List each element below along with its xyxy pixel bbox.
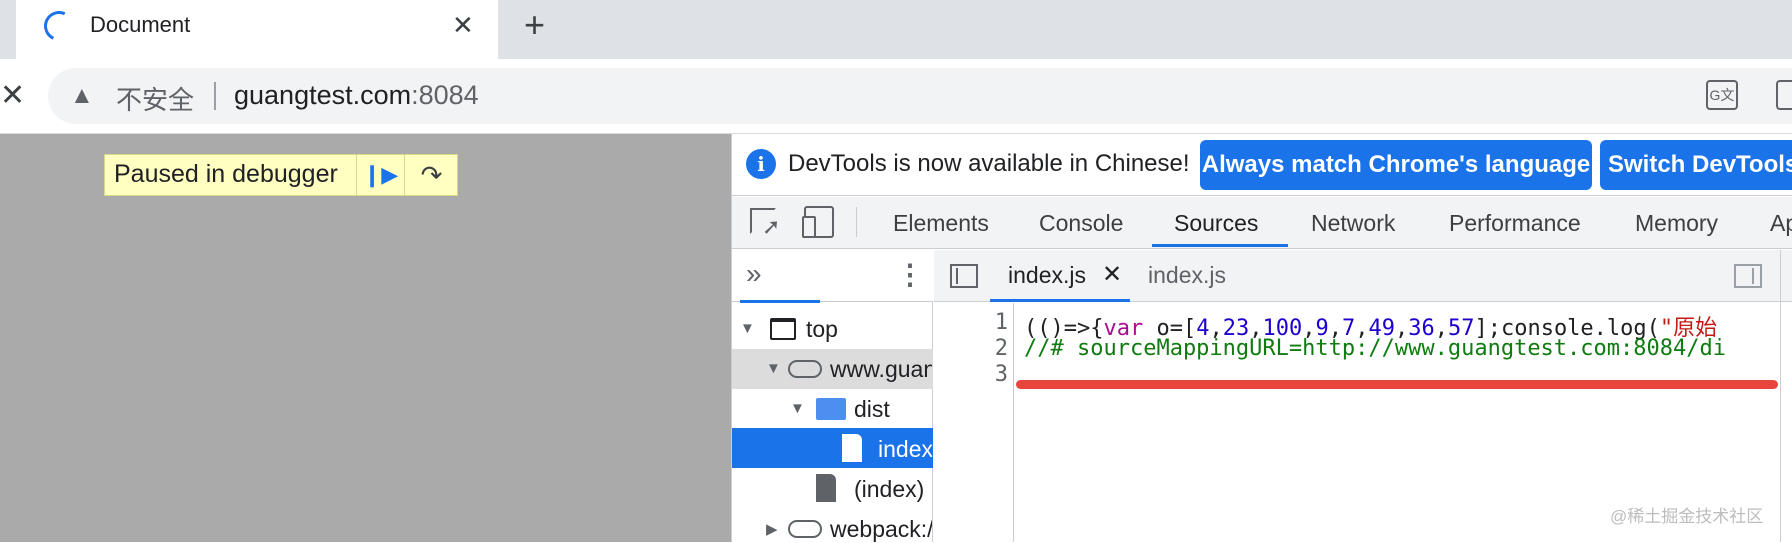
previous-tab-edge[interactable]	[0, 0, 16, 59]
editor-tab-indicator	[990, 299, 1130, 302]
toggle-debugger-icon[interactable]	[1734, 264, 1762, 288]
stop-loading-icon[interactable]: ✕	[0, 78, 25, 113]
step-over-icon[interactable]: ↷	[404, 155, 458, 195]
close-icon[interactable]: ✕	[1102, 260, 1122, 289]
tab-close-icon[interactable]: ✕	[452, 10, 474, 41]
more-options-icon[interactable]: ⋮	[896, 258, 924, 291]
tree-item-webpack[interactable]: webpack://	[830, 516, 932, 543]
editor-divider	[1780, 250, 1781, 542]
address-separator	[214, 82, 216, 110]
tree-item-index-html[interactable]: (index)	[854, 476, 932, 503]
url-port: :8084	[411, 80, 479, 110]
file-icon	[842, 434, 862, 462]
tab-sources[interactable]: Sources	[1174, 210, 1258, 237]
new-tab-button[interactable]: +	[524, 4, 545, 46]
info-icon: i	[746, 149, 776, 179]
devtools-panel-tabs	[732, 197, 1792, 249]
frame-icon	[770, 318, 796, 340]
tree-item-origin[interactable]: www.guangtest.com:8084	[830, 356, 932, 383]
paused-in-debugger-text: Paused in debugger	[114, 160, 338, 188]
expand-arrow-icon[interactable]: ▼	[790, 400, 805, 417]
switch-devtools-language-button[interactable]: Switch DevTools to Chinese	[1600, 140, 1792, 190]
navigator-tab-indicator	[740, 300, 820, 303]
toolbar-divider	[856, 207, 857, 237]
infobar-message: DevTools is now available in Chinese!	[788, 150, 1190, 177]
cloud-icon	[788, 520, 822, 538]
cloud-icon	[788, 360, 822, 378]
tab-document[interactable]	[16, 0, 498, 59]
url-text[interactable]: guangtest.com:8084	[234, 80, 479, 111]
tree-item-top[interactable]: top	[806, 316, 926, 343]
inspect-cursor-icon: ➚	[762, 214, 781, 239]
active-tab-indicator	[1152, 244, 1288, 247]
share-icon[interactable]	[1776, 80, 1792, 110]
tab-application[interactable]: Application	[1770, 210, 1792, 237]
toggle-navigator-bar	[956, 268, 958, 284]
collapse-arrow-icon[interactable]: ▶	[766, 520, 778, 538]
warning-icon[interactable]: ▲	[70, 82, 94, 110]
file-icon	[816, 474, 836, 502]
translate-icon[interactable]: G文	[1706, 80, 1738, 110]
tab-memory[interactable]: Memory	[1635, 210, 1718, 237]
toggle-navigator-icon[interactable]	[950, 264, 978, 288]
tab-network[interactable]: Network	[1311, 210, 1395, 237]
more-tabs-icon[interactable]: »	[746, 258, 762, 290]
expand-arrow-icon[interactable]: ▼	[740, 320, 755, 337]
line-number[interactable]: 3	[934, 362, 1008, 387]
line-number[interactable]: 1	[934, 310, 1008, 335]
tab-elements[interactable]: Elements	[893, 210, 989, 237]
security-label[interactable]: 不安全	[116, 80, 194, 117]
url-host: guangtest.com	[234, 80, 412, 110]
device-phone-icon	[802, 216, 816, 238]
highlight-underline	[1016, 380, 1778, 389]
tab-console[interactable]: Console	[1039, 210, 1123, 237]
tree-item-index-js[interactable]: index.js	[878, 436, 932, 463]
watermark: @稀土掘金技术社区	[1610, 507, 1764, 526]
line-number[interactable]: 2	[934, 336, 1008, 361]
editor-tab-index-js-2[interactable]: index.js	[1148, 262, 1226, 289]
tab-title: Document	[90, 12, 191, 37]
always-match-language-button[interactable]: Always match Chrome's language	[1200, 140, 1592, 190]
folder-icon	[816, 398, 846, 420]
expand-arrow-icon[interactable]: ▼	[766, 360, 781, 377]
tab-performance[interactable]: Performance	[1449, 210, 1581, 237]
tree-item-dist[interactable]: dist	[854, 396, 932, 423]
code-line-2[interactable]: //# sourceMappingURL=http://www.guangtes…	[1024, 336, 1780, 361]
resume-icon[interactable]: ❙▶	[356, 155, 404, 195]
toggle-debugger-bar	[1752, 268, 1754, 284]
editor-tab-index-js[interactable]: index.js	[1008, 262, 1086, 289]
